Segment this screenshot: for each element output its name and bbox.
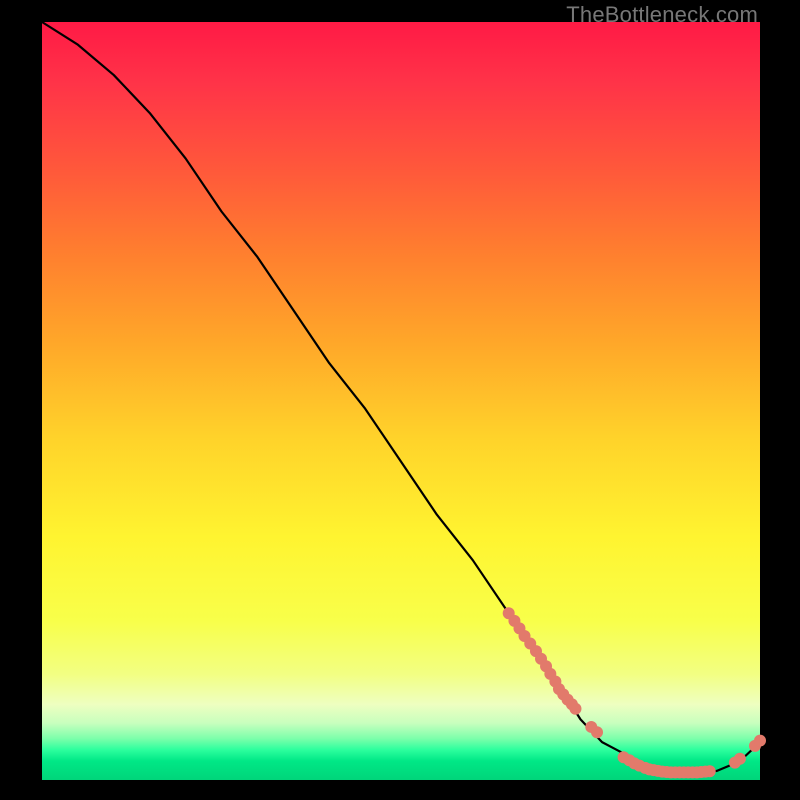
markers-highlight-cluster-4 (729, 735, 766, 769)
marker-point (569, 703, 581, 715)
marker-point (704, 765, 716, 777)
marker-point (591, 726, 603, 738)
markers-highlight-cluster-2 (585, 721, 603, 738)
plot-area (42, 22, 760, 780)
marker-point (734, 753, 746, 765)
markers-highlight-cluster-1 (503, 607, 582, 715)
curve-bottleneck-curve (42, 22, 760, 772)
chart-frame: TheBottleneck.com (0, 0, 800, 800)
marker-point (754, 735, 766, 747)
markers-highlight-cluster-3 (618, 751, 716, 778)
chart-svg (42, 22, 760, 780)
